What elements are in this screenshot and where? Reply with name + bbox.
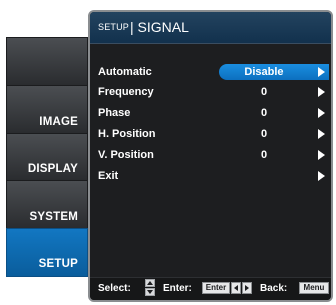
right-arrow-icon[interactable] [318,67,325,77]
right-arrow-icon[interactable] [318,171,325,181]
down-arrow-key-icon [145,288,155,296]
enter-label: Enter: [163,283,192,294]
enter-key: Enter [202,282,230,294]
setting-value: 0 [260,128,268,140]
setting-row-phase[interactable]: Phase 0 [96,104,329,122]
menu-key: Menu [299,282,329,294]
sidebar-menu: IMAGE DISPLAY SYSTEM SETUP [6,37,88,277]
setting-name: Exit [98,170,119,182]
sidebar-item-blank[interactable] [6,37,88,85]
page-title: | SIGNAL [130,19,189,35]
left-arrow-key-icon [231,282,241,294]
setting-row-exit[interactable]: Exit [96,167,329,185]
setting-value: 0 [260,107,268,119]
setting-row-v-position[interactable]: V. Position 0 [96,146,329,164]
setting-value: 0 [260,149,268,161]
projector-osd: IMAGE DISPLAY SYSTEM SETUP SETUP | SIGNA… [0,0,336,305]
footer-help-bar: Select: Enter: Enter Back: Menu [90,277,331,300]
setting-value: Disable [244,66,284,78]
up-arrow-key-icon [145,279,155,287]
sidebar-item-label: SETUP [38,257,78,270]
setting-row-h-position[interactable]: H. Position 0 [96,125,329,143]
sidebar-item-system[interactable]: SYSTEM [6,180,88,229]
select-label: Select: [98,283,131,294]
title-separator: | [130,19,134,35]
setting-name: V. Position [98,149,154,161]
right-arrow-icon[interactable] [318,129,325,139]
title-bar: SETUP | SIGNAL [90,12,331,44]
right-arrow-icon[interactable] [318,108,325,118]
sidebar-item-label: SYSTEM [29,211,78,224]
sidebar-item-label: IMAGE [39,115,78,128]
setting-name: H. Position [98,128,156,140]
sidebar-item-label: DISPLAY [27,163,78,176]
setting-name: Frequency [98,86,154,98]
sidebar-item-setup[interactable]: SETUP [6,228,88,277]
menu-section-label: SETUP [98,22,130,32]
sidebar-item-image[interactable]: IMAGE [6,84,88,133]
back-label: Back: [260,283,288,294]
setting-row-automatic[interactable]: Automatic Disable [96,63,329,81]
right-arrow-icon[interactable] [318,87,325,97]
right-arrow-key-icon [242,282,252,294]
settings-panel: SETUP | SIGNAL Automatic Disable Frequen… [88,10,333,302]
setting-row-frequency[interactable]: Frequency 0 [96,83,329,101]
sidebar-item-display[interactable]: DISPLAY [6,132,88,181]
setting-value: 0 [260,86,268,98]
title-text: SIGNAL [137,19,189,35]
setting-name: Automatic [98,66,152,78]
right-arrow-icon[interactable] [318,150,325,160]
setting-name: Phase [98,107,131,119]
up-down-arrows-icon [145,279,155,297]
